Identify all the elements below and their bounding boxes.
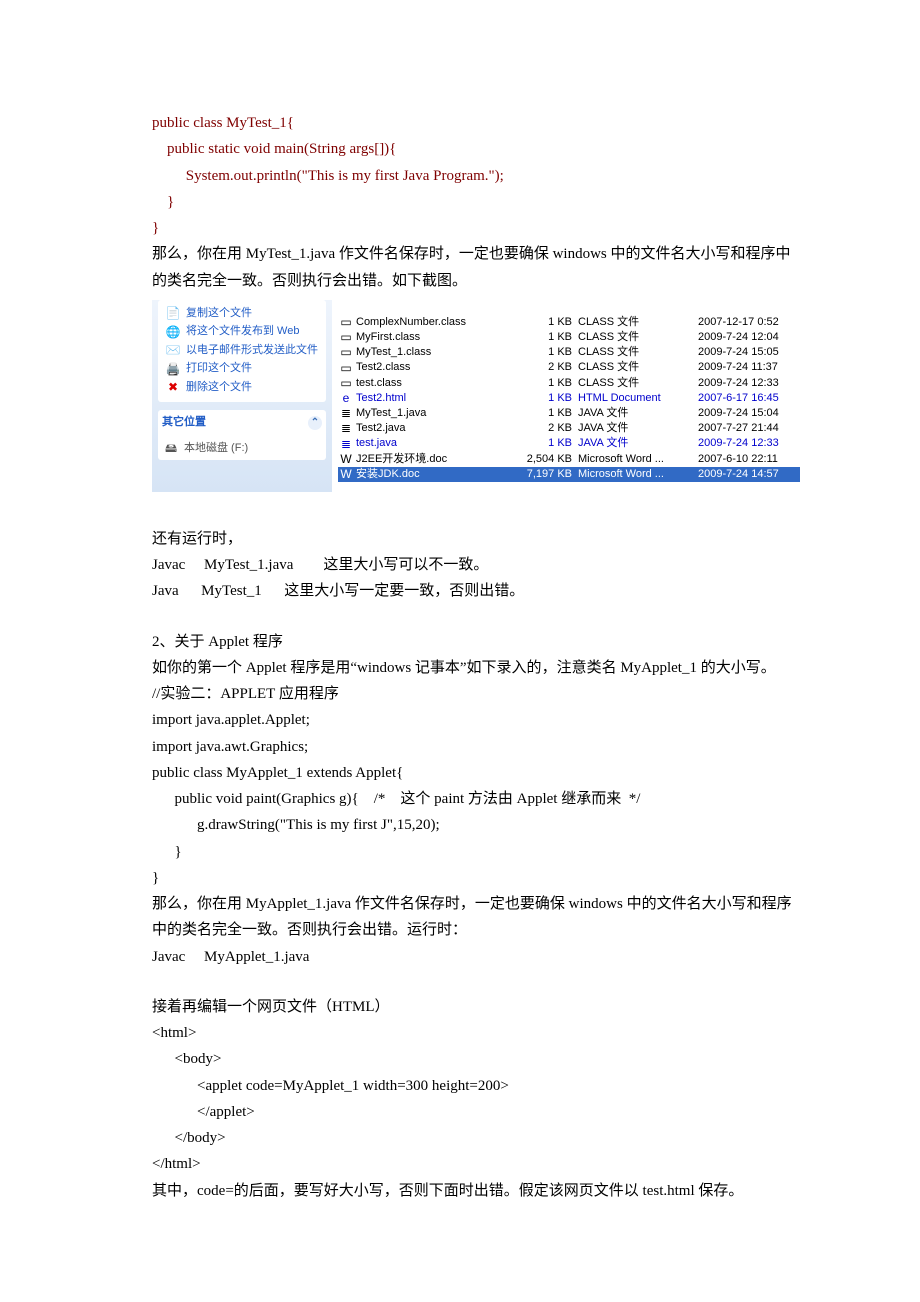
file-size: 7,197 KB — [512, 465, 578, 484]
code-line: } — [152, 865, 800, 891]
code-line: public static void main(String args[]){ — [152, 136, 800, 162]
task-icon: 📄 — [166, 306, 180, 320]
code-line: </html> — [152, 1151, 800, 1177]
paragraph: Java MyTest_1 这里大小写一定要一致，否则出错。 — [152, 578, 800, 604]
code-line: <body> — [152, 1046, 800, 1072]
other-places-title: 其它位置 ⌃ — [158, 410, 326, 437]
code-block-3: <html> <body> <applet code=MyApplet_1 wi… — [152, 1020, 800, 1178]
file-name: 安装JDK.doc — [354, 465, 512, 484]
code-line: import java.awt.Graphics; — [152, 734, 800, 760]
code-line: } — [152, 189, 800, 215]
task-label: 将这个文件发布到 Web — [186, 323, 299, 340]
file-list: ▭ComplexNumber.class1 KBCLASS 文件2007-12-… — [332, 300, 800, 492]
task-item[interactable]: ✖ 删除这个文件 — [164, 378, 320, 397]
other-places-item: 本地磁盘 (F:) — [184, 440, 248, 457]
code-line: public class MyTest_1{ — [152, 110, 800, 136]
paragraph: 那么，你在用 MyApplet_1.java 作文件名保存时，一定也要确保 wi… — [152, 891, 800, 944]
code-line: import java.applet.Applet; — [152, 707, 800, 733]
code-line: public class MyApplet_1 extends Applet{ — [152, 760, 800, 786]
task-label: 打印这个文件 — [186, 360, 252, 377]
code-line: <html> — [152, 1020, 800, 1046]
task-icon: 🌐 — [166, 325, 180, 339]
document-page: public class MyTest_1{ public static voi… — [0, 0, 920, 1284]
code-line: //实验二：APPLET 应用程序 — [152, 681, 800, 707]
other-places-label: 其它位置 — [162, 413, 206, 432]
paragraph: 2、关于 Applet 程序 — [152, 629, 800, 655]
task-item[interactable]: 🖨️ 打印这个文件 — [164, 359, 320, 378]
task-label: 以电子邮件形式发送此文件 — [186, 342, 318, 359]
code-line: <applet code=MyApplet_1 width=300 height… — [152, 1073, 800, 1099]
paragraph: 接着再编辑一个网页文件（HTML） — [152, 994, 800, 1020]
paragraph: 那么，你在用 MyTest_1.java 作文件名保存时，一定也要确保 wind… — [152, 241, 800, 294]
chevron-up-icon: ⌃ — [308, 416, 322, 430]
code-line: } — [152, 215, 800, 241]
paragraph: Javac MyTest_1.java 这里大小写可以不一致。 — [152, 552, 800, 578]
code-line: public void paint(Graphics g){ /* 这个 pai… — [152, 786, 800, 812]
code-block-2: //实验二：APPLET 应用程序 import java.applet.App… — [152, 681, 800, 891]
paragraph: 如你的第一个 Applet 程序是用“windows 记事本”如下录入的，注意类… — [152, 655, 800, 681]
task-label: 复制这个文件 — [186, 305, 252, 322]
task-item[interactable]: ✉️ 以电子邮件形式发送此文件 — [164, 341, 320, 360]
code-block-1: public class MyTest_1{ public static voi… — [152, 110, 800, 241]
paragraph: 其中，code=的后面，要写好大小写，否则下面时出错。假定该网页文件以 test… — [152, 1178, 800, 1204]
code-line: System.out.println("This is my first Jav… — [152, 163, 800, 189]
task-item[interactable]: 📄 复制这个文件 — [164, 304, 320, 323]
file-tasks-box: 📄 复制这个文件 🌐 将这个文件发布到 Web ✉️ 以电子邮件形式发送此文件 🖨️ 打印这个… — [158, 300, 326, 403]
paragraph: 还有运行时， — [152, 526, 800, 552]
file-row[interactable]: W安装JDK.doc7,197 KBMicrosoft Word ...2009… — [338, 467, 800, 482]
file-icon: W — [338, 464, 354, 485]
code-line: } — [152, 839, 800, 865]
file-type: Microsoft Word ... — [578, 465, 698, 484]
task-item[interactable]: 🌐 将这个文件发布到 Web — [164, 322, 320, 341]
explorer-screenshot: 📄 复制这个文件 🌐 将这个文件发布到 Web ✉️ 以电子邮件形式发送此文件 🖨️ 打印这个… — [152, 300, 800, 492]
code-line: g.drawString("This is my first J",15,20)… — [152, 812, 800, 838]
tasks-sidebar: 📄 复制这个文件 🌐 将这个文件发布到 Web ✉️ 以电子邮件形式发送此文件 🖨️ 打印这个… — [152, 300, 332, 492]
task-icon: ✉️ — [166, 343, 180, 357]
drive-icon: 🖴 — [164, 441, 178, 455]
task-label: 删除这个文件 — [186, 379, 252, 396]
other-places-box: 其它位置 ⌃ 🖴 本地磁盘 (F:) — [158, 410, 326, 460]
file-date: 2009-7-24 14:57 — [698, 465, 800, 484]
paragraph: Javac MyApplet_1.java — [152, 944, 800, 970]
task-icon: ✖ — [166, 380, 180, 394]
code-line: </body> — [152, 1125, 800, 1151]
code-line: </applet> — [152, 1099, 800, 1125]
task-icon: 🖨️ — [166, 362, 180, 376]
